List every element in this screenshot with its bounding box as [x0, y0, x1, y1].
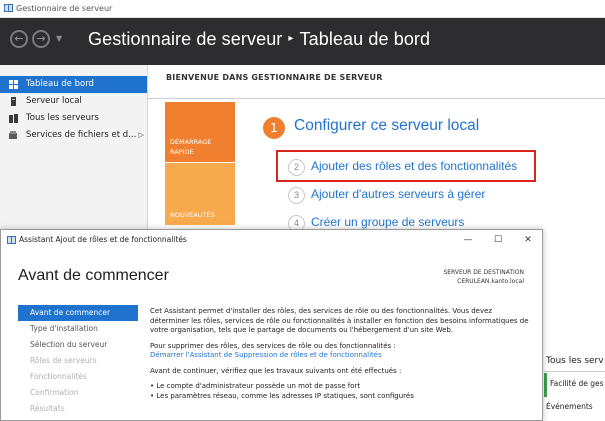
forward-button[interactable]: →: [32, 30, 50, 48]
highlight-annotation: [276, 150, 536, 182]
close-icon: ✕: [524, 235, 532, 245]
dialog-title: Assistant Ajout de rôles et de fonctionn…: [19, 235, 187, 244]
sidebar-item-dashboard[interactable]: Tableau de bord: [0, 76, 147, 93]
create-server-group-label: Créer un groupe de serveurs: [311, 215, 465, 229]
sidebar-item-label: Services de fichiers et d...: [26, 130, 137, 140]
wizard-step-server-roles: Rôles de serveurs: [30, 356, 97, 365]
bullet-item: • Les paramètres réseau, comme les adres…: [150, 391, 414, 400]
wizard-step-server-selection[interactable]: Sélection du serveur: [18, 337, 138, 353]
breadcrumb-page: Tableau de bord: [299, 29, 431, 49]
remove-roles-wizard-link[interactable]: Démarrer l'Assistant de Suppression de r…: [150, 351, 530, 361]
add-roles-wizard-dialog: Assistant Ajout de rôles et de fonctionn…: [0, 229, 543, 421]
intro-paragraph: Cet Assistant permet d'installer des rôl…: [150, 307, 529, 334]
quick-start-tile[interactable]: DÉMARRAGE RAPIDE: [165, 102, 235, 162]
configure-local-server-link[interactable]: Configurer ce serveur local: [294, 117, 479, 135]
destination-server: SERVEUR DE DESTINATION CERULEAN.kanto.lo…: [443, 268, 524, 286]
dialog-heading: Avant de commencer: [18, 267, 169, 284]
maximize-icon: ☐: [493, 235, 503, 245]
sidebar-item-label: Tableau de bord: [26, 79, 94, 89]
wizard-step-features: Fonctionnalités: [30, 372, 87, 381]
bullet-text: Les paramètres réseau, comme les adresse…: [156, 391, 414, 400]
server-icon: [11, 97, 16, 106]
card-title: Tous les serv: [546, 356, 604, 366]
add-servers-label: Ajouter d'autres serveurs à gérer: [311, 187, 486, 201]
events-link[interactable]: Événements: [546, 402, 593, 411]
arrow-left-icon: ←: [14, 32, 24, 45]
bullet-text: Le compte d'administrateur possède un mo…: [156, 382, 361, 390]
window-titlebar: Gestionnaire de serveur: [0, 0, 605, 18]
window-title: Gestionnaire de serveur: [16, 4, 113, 13]
wizard-step-confirmation: Confirmation: [30, 388, 79, 397]
destination-value: CERULEAN.kanto.local: [457, 278, 524, 285]
servers-icon: [9, 114, 18, 123]
wizard-icon: [7, 236, 16, 244]
welcome-title: BIENVENUE DANS GESTIONNAIRE DE SERVEUR: [166, 73, 383, 82]
minimize-button[interactable]: —: [453, 230, 483, 250]
all-servers-card[interactable]: Tous les serv Facilité de ges Événements: [544, 349, 605, 421]
breadcrumb: Gestionnaire de serveur ▸ Tableau de bord: [88, 29, 430, 50]
back-button[interactable]: ←: [10, 30, 28, 48]
maximize-button[interactable]: ☐: [483, 230, 513, 250]
expand-arrow-icon[interactable]: ▷: [139, 127, 144, 144]
sidebar-item-file-services[interactable]: Services de fichiers et d... ▷: [0, 127, 147, 144]
wizard-step-before-you-begin[interactable]: Avant de commencer: [18, 305, 138, 321]
sidebar-item-all-servers[interactable]: Tous les serveurs: [0, 110, 147, 127]
minimize-icon: —: [463, 235, 473, 245]
wizard-step-results: Résultats: [30, 404, 65, 413]
status-indicator: [544, 373, 547, 397]
close-button[interactable]: ✕: [513, 230, 543, 250]
app-header: ← → ▼ Gestionnaire de serveur ▸ Tableau de…: [0, 18, 605, 65]
quick-start-label-1: DÉMARRAGE: [170, 138, 212, 146]
remove-roles-paragraph: Pour supprimer des rôles, des services d…: [150, 341, 396, 350]
file-services-icon: [9, 131, 17, 139]
sidebar-item-label: Tous les serveurs: [26, 113, 99, 123]
breadcrumb-separator-icon: ▸: [288, 32, 294, 44]
history-dropdown-icon[interactable]: ▼: [56, 34, 62, 43]
whats-new-tile[interactable]: NOUVEAUTÉS: [165, 163, 235, 225]
sidebar-item-label: Serveur local: [26, 96, 82, 106]
wizard-step-installation-type[interactable]: Type d'installation: [18, 321, 138, 337]
divider: [148, 98, 605, 99]
dashboard-icon: [9, 80, 18, 89]
bullet-item: • Le compte d'administrateur possède un …: [150, 382, 361, 390]
breadcrumb-app: Gestionnaire de serveur: [88, 29, 283, 49]
manageability-link[interactable]: Facilité de ges: [550, 379, 604, 388]
step-1-badge: 1: [263, 117, 285, 139]
step-3-badge: 3: [288, 187, 305, 204]
server-manager-icon: [4, 4, 13, 12]
dialog-titlebar: Assistant Ajout de rôles et de fonctionn…: [1, 230, 542, 250]
arrow-right-icon: →: [36, 32, 46, 45]
prerequisites-paragraph: Avant de continuer, vérifiez que les tra…: [150, 366, 402, 375]
destination-label: SERVEUR DE DESTINATION: [443, 269, 524, 276]
sidebar-item-local-server[interactable]: Serveur local: [0, 93, 147, 110]
divider: [544, 371, 605, 372]
wizard-content: Cet Assistant permet d'installer des rôl…: [150, 307, 530, 401]
wizard-steps-nav: Avant de commencer Type d'installation S…: [18, 305, 138, 417]
quick-start-label-2: RAPIDE: [170, 148, 194, 156]
whats-new-label: NOUVEAUTÉS: [170, 211, 215, 219]
add-servers-link[interactable]: 3 Ajouter d'autres serveurs à gérer: [288, 187, 485, 204]
